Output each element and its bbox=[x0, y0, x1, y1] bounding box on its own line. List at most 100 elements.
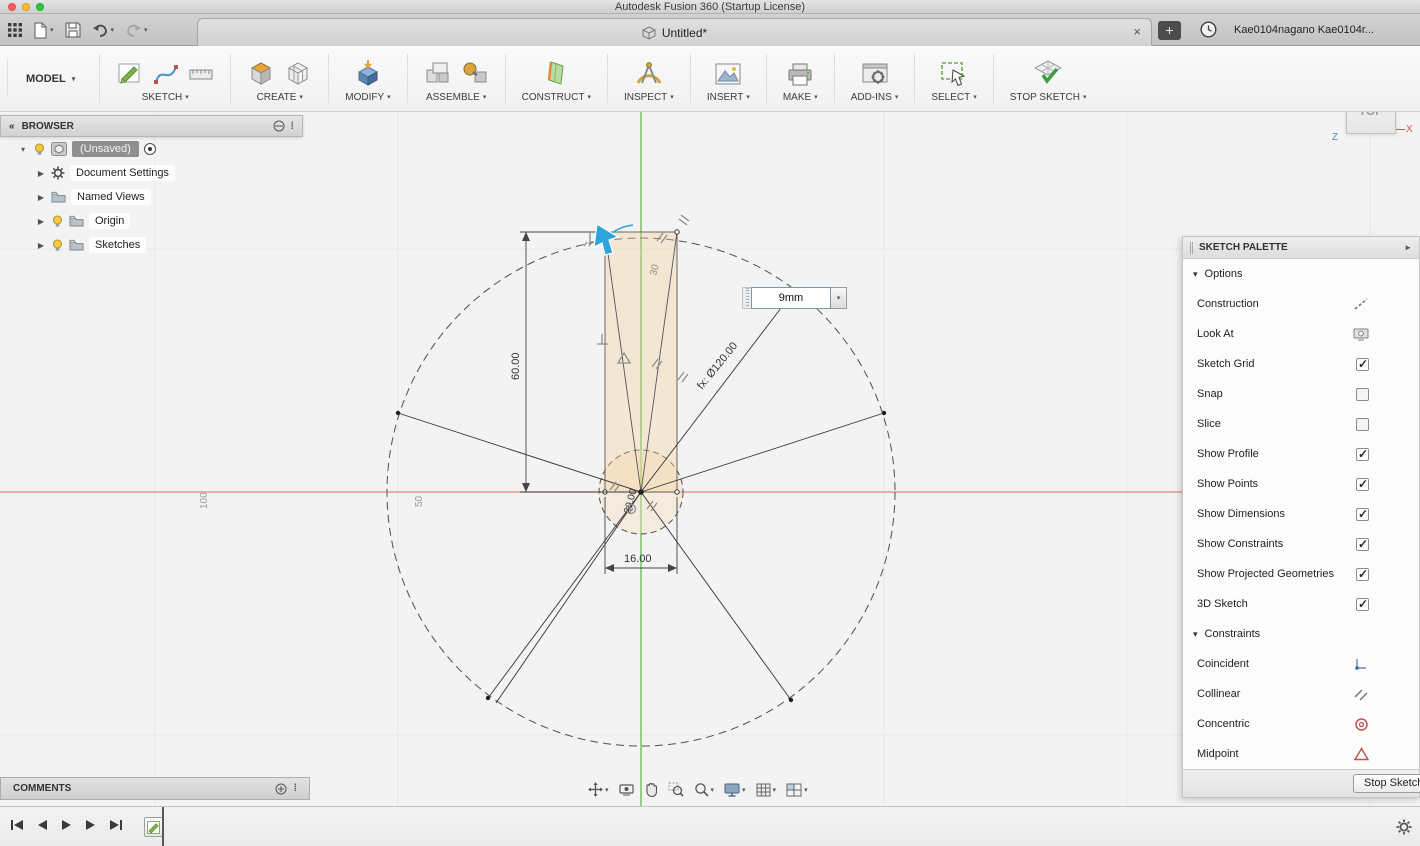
add-comment-icon[interactable] bbox=[275, 783, 287, 795]
construction-plane-icon[interactable] bbox=[542, 59, 570, 87]
dimension-height[interactable]: 60.00 bbox=[510, 352, 522, 380]
viewports-tool[interactable]: ▾ bbox=[786, 783, 808, 797]
ribbon-group-make[interactable]: MAKE▾ bbox=[767, 46, 834, 111]
joint-icon[interactable] bbox=[461, 59, 489, 87]
timeline-sketch-feature[interactable] bbox=[144, 817, 163, 837]
visibility-bulb-icon[interactable] bbox=[51, 239, 64, 252]
undo-button[interactable]: ▾ bbox=[92, 23, 115, 37]
go-to-end-icon[interactable] bbox=[109, 819, 123, 831]
palette-row-concentric[interactable]: Concentric bbox=[1183, 709, 1419, 739]
display-settings-tool[interactable]: ▾ bbox=[724, 783, 746, 797]
spline-icon[interactable] bbox=[153, 61, 179, 87]
sketch-palette-header[interactable]: SKETCH PALETTE ► bbox=[1183, 237, 1419, 259]
palette-row-collinear[interactable]: Collinear bbox=[1183, 679, 1419, 709]
look-at-tool[interactable] bbox=[619, 783, 634, 796]
concentric-constraint-icon[interactable] bbox=[1354, 717, 1369, 732]
dimension-value-input[interactable] bbox=[751, 287, 831, 309]
palette-section-options[interactable]: ▾ Options bbox=[1183, 259, 1419, 289]
browser-item-origin[interactable]: ▶ Origin bbox=[0, 209, 303, 233]
browser-item-label[interactable]: Document Settings bbox=[70, 165, 175, 181]
measure-icon[interactable] bbox=[634, 59, 664, 87]
step-forward-icon[interactable] bbox=[85, 819, 96, 831]
comments-bar[interactable]: COMMENTS ⁞ bbox=[0, 777, 310, 800]
show-dimensions-checkbox[interactable]: ✓ bbox=[1356, 508, 1369, 521]
dimension-input-box[interactable]: ▾ bbox=[742, 287, 847, 309]
user-account-menu[interactable]: Kae0104nagano Kae0104r... bbox=[1234, 14, 1374, 46]
palette-row-midpoint[interactable]: Midpoint bbox=[1183, 739, 1419, 769]
show-points-checkbox[interactable]: ✓ bbox=[1356, 478, 1369, 491]
redo-button[interactable]: ▾ bbox=[125, 23, 148, 37]
save-button[interactable] bbox=[65, 22, 81, 38]
pan-tool[interactable] bbox=[644, 782, 658, 797]
ribbon-group-stop-sketch[interactable]: STOP SKETCH▾ bbox=[994, 46, 1103, 111]
step-back-icon[interactable] bbox=[37, 819, 48, 831]
ribbon-group-addins[interactable]: ADD-INS▾ bbox=[835, 46, 915, 111]
collapse-panel-icon[interactable]: « bbox=[9, 121, 15, 132]
ribbon-group-assemble[interactable]: ASSEMBLE▾ bbox=[408, 46, 505, 111]
ribbon-group-construct[interactable]: CONSTRUCT▾ bbox=[506, 46, 607, 111]
midpoint-constraint-icon[interactable] bbox=[1354, 747, 1369, 761]
dimension-width[interactable]: 16.00 bbox=[624, 553, 652, 565]
zoom-tool[interactable]: ▾ bbox=[694, 782, 715, 797]
dimension-unit-dropdown[interactable]: ▾ bbox=[831, 287, 847, 309]
collinear-constraint-icon[interactable] bbox=[1354, 687, 1369, 702]
show-constraints-checkbox[interactable]: ✓ bbox=[1356, 538, 1369, 551]
palette-row-construction[interactable]: Construction bbox=[1183, 289, 1419, 319]
new-component-icon[interactable] bbox=[424, 59, 452, 87]
browser-item-label[interactable]: Named Views bbox=[71, 189, 151, 205]
coincident-constraint-icon[interactable] bbox=[1354, 657, 1369, 672]
stop-sketch-icon[interactable] bbox=[1033, 59, 1063, 87]
panel-expand-icon[interactable]: ► bbox=[1404, 243, 1412, 252]
browser-item-document-settings[interactable]: ▶ Document Settings bbox=[0, 161, 303, 185]
palette-row-look-at[interactable]: Look At bbox=[1183, 319, 1419, 349]
look-at-icon[interactable] bbox=[1353, 327, 1369, 341]
ribbon-group-select[interactable]: SELECT▾ bbox=[915, 46, 992, 111]
profile-rectangle[interactable] bbox=[605, 232, 677, 492]
show-profile-checkbox[interactable]: ✓ bbox=[1356, 448, 1369, 461]
zoom-window-tool[interactable] bbox=[668, 782, 684, 797]
browser-item-sketches[interactable]: ▶ Sketches bbox=[0, 233, 303, 257]
recent-activity-clock-icon[interactable] bbox=[1200, 21, 1217, 43]
ribbon-group-insert[interactable]: INSERT▾ bbox=[691, 46, 766, 111]
palette-row-show-profile[interactable]: Show Profile ✓ bbox=[1183, 439, 1419, 469]
ribbon-group-create[interactable]: CREATE▾ bbox=[231, 46, 328, 111]
sketch-icon[interactable] bbox=[116, 59, 144, 87]
workspace-selector[interactable]: MODEL ▾ bbox=[8, 46, 99, 111]
scripts-addins-icon[interactable] bbox=[861, 61, 889, 87]
sketch-grid-checkbox[interactable]: ✓ bbox=[1356, 358, 1369, 371]
tree-collapsed-icon[interactable]: ▶ bbox=[36, 169, 46, 178]
tree-expanded-icon[interactable]: ▾ bbox=[18, 145, 28, 154]
palette-row-slice[interactable]: Slice ✓ bbox=[1183, 409, 1419, 439]
play-icon[interactable] bbox=[61, 819, 72, 831]
palette-row-coincident[interactable]: Coincident bbox=[1183, 649, 1419, 679]
3d-sketch-checkbox[interactable]: ✓ bbox=[1356, 598, 1369, 611]
sketch-dimension-icon[interactable] bbox=[188, 61, 214, 87]
browser-item-named-views[interactable]: ▶ Named Views bbox=[0, 185, 303, 209]
display-settings-icon[interactable] bbox=[273, 120, 285, 132]
ribbon-group-modify[interactable]: MODIFY▾ bbox=[329, 46, 406, 111]
go-to-start-icon[interactable] bbox=[10, 819, 24, 831]
insert-image-icon[interactable] bbox=[714, 61, 742, 87]
tree-collapsed-icon[interactable]: ▶ bbox=[36, 193, 46, 202]
app-grid-icon[interactable] bbox=[8, 23, 22, 37]
grid-settings-tool[interactable]: ▾ bbox=[756, 783, 777, 797]
slice-checkbox[interactable]: ✓ bbox=[1356, 418, 1369, 431]
show-projected-geometries-checkbox[interactable]: ✓ bbox=[1356, 568, 1369, 581]
select-icon[interactable] bbox=[940, 61, 968, 87]
orbit-tool[interactable]: ▾ bbox=[588, 782, 609, 797]
create-form-icon[interactable] bbox=[247, 59, 275, 87]
file-menu-button[interactable]: ▾ bbox=[33, 22, 54, 39]
browser-header[interactable]: « BROWSER ⁞ bbox=[0, 115, 303, 137]
snap-checkbox[interactable]: ✓ bbox=[1356, 388, 1369, 401]
palette-row-show-projected-geometries[interactable]: Show Projected Geometries ✓ bbox=[1183, 559, 1419, 589]
palette-row-snap[interactable]: Snap ✓ bbox=[1183, 379, 1419, 409]
document-tab[interactable]: Untitled* × bbox=[197, 18, 1152, 46]
3d-print-icon[interactable] bbox=[786, 61, 814, 87]
palette-row-3d-sketch[interactable]: 3D Sketch ✓ bbox=[1183, 589, 1419, 619]
document-root-label[interactable]: (Unsaved) bbox=[72, 141, 139, 157]
browser-root-row[interactable]: ▾ (Unsaved) bbox=[0, 137, 303, 161]
tab-close-icon[interactable]: × bbox=[1133, 24, 1141, 40]
tree-collapsed-icon[interactable]: ▶ bbox=[36, 217, 46, 226]
browser-item-label[interactable]: Origin bbox=[89, 213, 130, 229]
timeline-position-marker[interactable] bbox=[162, 807, 164, 846]
